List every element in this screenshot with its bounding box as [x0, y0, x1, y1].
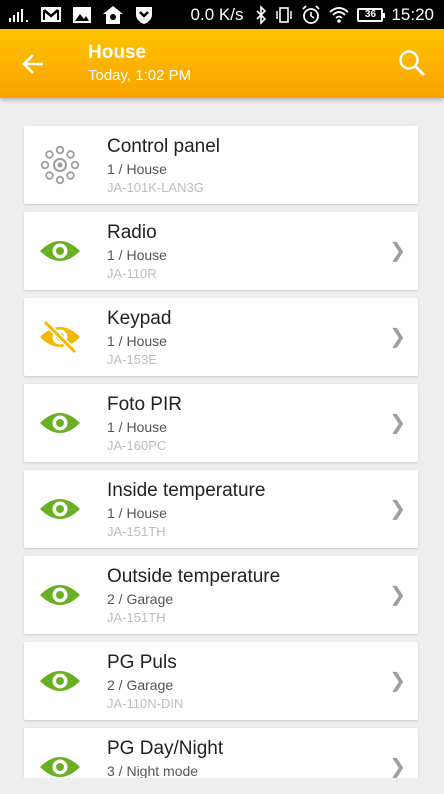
device-name: Radio	[107, 222, 157, 243]
device-location: 2 / Garage	[107, 591, 174, 607]
device-location: 1 / House	[107, 161, 167, 177]
battery-icon: 36	[357, 7, 386, 22]
device-location: 1 / House	[107, 333, 167, 349]
chevron-right-icon: ❯	[389, 498, 406, 520]
clock: 15:20	[391, 4, 434, 24]
page-subtitle: Today, 1:02 PM	[88, 67, 192, 84]
eye-icon	[38, 745, 82, 778]
chevron-right-icon: ❯	[389, 670, 406, 692]
device-name: Foto PIR	[107, 394, 182, 415]
eye-icon	[38, 487, 82, 531]
device-model: JA-153E	[107, 352, 157, 367]
device-name: Inside temperature	[107, 480, 266, 501]
device-card-inside-temperature[interactable]: Inside temperature 1 / House JA-151TH ❯	[24, 470, 418, 548]
device-card-keypad[interactable]: Keypad 1 / House JA-153E ❯	[24, 298, 418, 376]
device-name: PG Puls	[107, 652, 177, 673]
gmail-icon	[40, 6, 62, 23]
device-model: JA-151TH	[107, 610, 166, 625]
device-list: Control panel 1 / House JA-101K-LAN3G Ra…	[0, 98, 444, 778]
app-bar: House Today, 1:02 PM	[0, 29, 444, 98]
eye-icon	[38, 573, 82, 617]
device-location: 1 / House	[107, 419, 167, 435]
device-name: Outside temperature	[107, 566, 281, 587]
bottom-edge	[0, 778, 444, 794]
device-name: Keypad	[107, 308, 172, 329]
device-model: JA-101K-LAN3G	[107, 180, 204, 195]
chevron-right-icon: ❯	[389, 756, 406, 778]
device-location: 3 / Night mode	[107, 763, 199, 778]
device-location: 1 / House	[107, 247, 167, 263]
bluetooth-icon	[255, 4, 267, 25]
device-card-radio[interactable]: Radio 1 / House JA-110R ❯	[24, 212, 418, 290]
eye-icon	[38, 229, 82, 273]
page-title: House	[88, 42, 147, 63]
eye-icon	[38, 659, 82, 703]
device-card-control-panel[interactable]: Control panel 1 / House JA-101K-LAN3G	[24, 126, 418, 204]
shield-icon	[134, 5, 154, 25]
device-card-pg-day-night[interactable]: PG Day/Night 3 / Night mode ❯	[24, 728, 418, 778]
device-model: JA-110N-DIN	[107, 696, 184, 711]
chevron-right-icon: ❯	[389, 326, 406, 348]
signal-icon	[8, 7, 30, 23]
chevron-right-icon: ❯	[389, 584, 406, 606]
home-icon	[102, 5, 124, 25]
control-panel-icon	[38, 143, 82, 187]
device-model: JA-110R	[107, 266, 157, 281]
device-card-pg-puls[interactable]: PG Puls 2 / Garage JA-110N-DIN ❯	[24, 642, 418, 720]
device-model: JA-151TH	[107, 524, 166, 539]
vibrate-icon	[275, 6, 293, 24]
search-icon[interactable]	[396, 47, 428, 79]
device-card-outside-temperature[interactable]: Outside temperature 2 / Garage JA-151TH …	[24, 556, 418, 634]
eye-off-icon	[38, 315, 82, 359]
status-bar: 0.0 K/s 36 15:20	[0, 0, 444, 29]
device-location: 1 / House	[107, 505, 167, 521]
net-speed: 0.0 K/s	[190, 4, 244, 24]
alarm-icon	[301, 4, 321, 25]
chevron-right-icon: ❯	[389, 412, 406, 434]
device-name: Control panel	[107, 136, 221, 157]
device-model: JA-160PC	[107, 438, 167, 453]
device-card-foto-pir[interactable]: Foto PIR 1 / House JA-160PC ❯	[24, 384, 418, 462]
chevron-right-icon: ❯	[389, 240, 406, 262]
device-location: 2 / Garage	[107, 677, 174, 693]
wifi-icon	[329, 6, 350, 24]
image-icon	[72, 6, 92, 24]
device-name: PG Day/Night	[107, 738, 224, 759]
arrow-back-icon[interactable]	[18, 49, 48, 79]
battery-level: 36	[364, 9, 377, 20]
eye-icon	[38, 401, 82, 445]
